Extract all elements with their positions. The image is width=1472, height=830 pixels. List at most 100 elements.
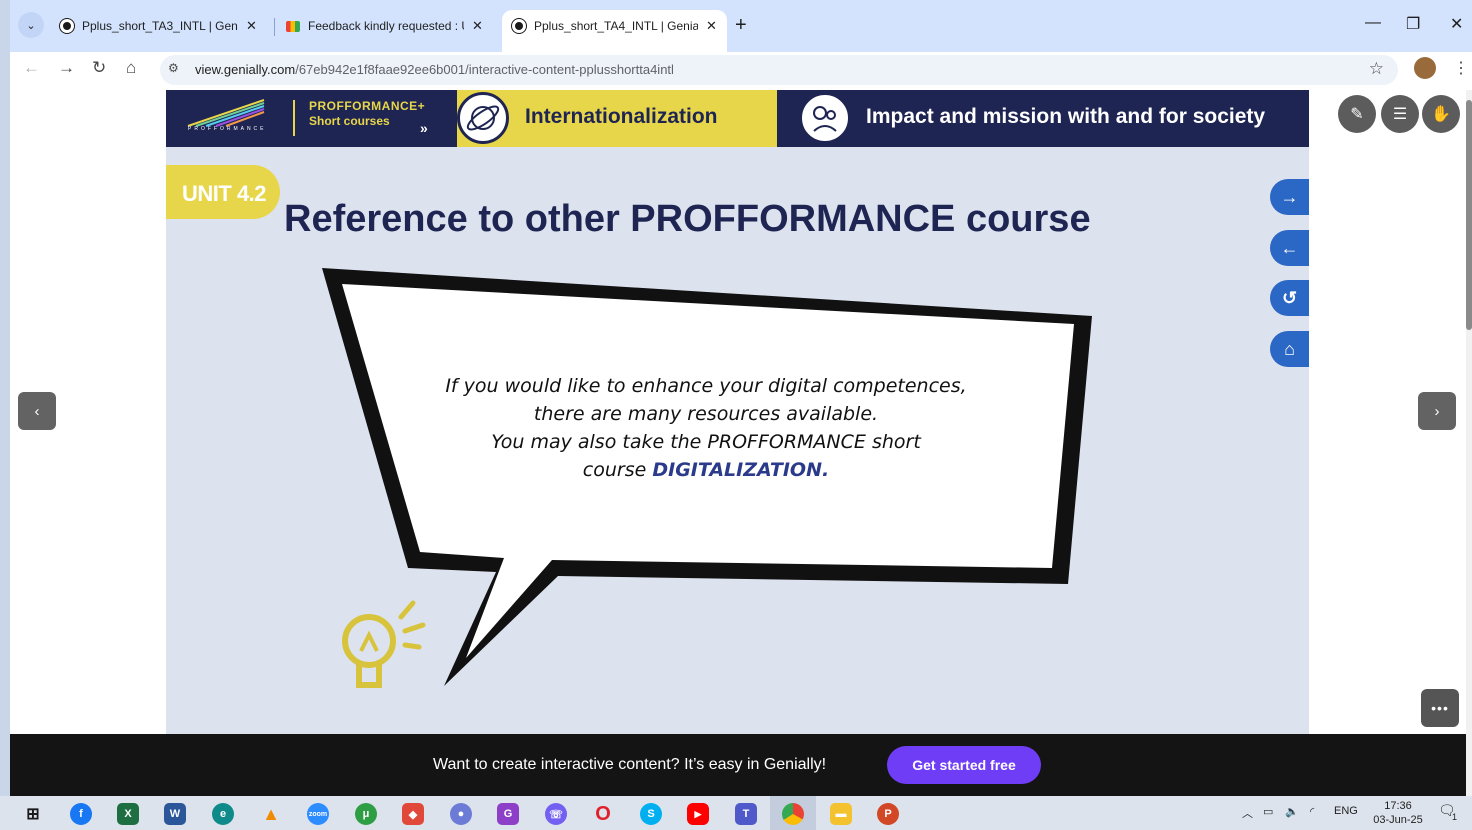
close-tab-icon[interactable]: ✕	[472, 18, 483, 34]
edge-icon[interactable]: e	[212, 803, 234, 825]
banner-divider	[293, 100, 295, 136]
society-gears-icon[interactable]	[799, 92, 851, 144]
clock-date: 03-Jun-25	[1373, 814, 1423, 826]
word-icon[interactable]: W	[164, 803, 186, 825]
bubble-message: If you would like to enhance your digita…	[436, 372, 976, 484]
tab-title: Pplus_short_TA4_INTL | Genially	[534, 19, 698, 33]
undo-icon[interactable]: ↺	[1270, 280, 1309, 316]
wifi-icon[interactable]: ◜	[1310, 805, 1314, 818]
scrollbar-thumb[interactable]	[1466, 100, 1472, 330]
notification-count: 1	[1452, 812, 1458, 822]
brand-subtitle: Short courses	[309, 114, 390, 128]
bubble-line: course DIGITALIZATION.	[582, 459, 830, 481]
tray-overflow-icon[interactable]: ︿	[1242, 805, 1253, 821]
lightbulb-icon	[342, 600, 426, 688]
anydesk-icon[interactable]: ◆	[402, 803, 424, 825]
tab-gmail-feedback[interactable]: Feedback kindly requested : Up ✕	[276, 10, 493, 42]
home-nav-icon[interactable]: ⌂	[1270, 331, 1309, 367]
clock[interactable]: 17:36 03-Jun-25	[1370, 799, 1426, 827]
windows-start-icon[interactable]: ⊞	[22, 803, 44, 825]
next-slide-button[interactable]: ›	[1418, 392, 1456, 430]
desktop-background-left	[0, 0, 10, 830]
globe-icon	[457, 92, 509, 144]
tab-search-button[interactable]: ⌄	[18, 12, 44, 38]
restore-icon[interactable]: ❐	[1406, 14, 1420, 34]
powerpoint-icon[interactable]: P	[877, 803, 899, 825]
excel-icon[interactable]: X	[117, 803, 139, 825]
file-explorer-icon[interactable]: ▬	[830, 803, 852, 825]
bookmark-star-icon[interactable]: ☆	[1369, 59, 1384, 79]
double-chevron-icon: »	[420, 120, 428, 136]
browser-toolbar: ← → ↻ ⌂ ⚙ view.genially.com/67eb942e1f8f…	[10, 52, 1472, 90]
facebook-icon[interactable]: f	[70, 803, 92, 825]
genially-icon	[512, 19, 526, 33]
minimize-icon[interactable]: —	[1365, 14, 1381, 32]
gmail-icon	[286, 20, 300, 32]
previous-slide-button[interactable]: ‹	[18, 392, 56, 430]
tab-bar: ⌄ Pplus_short_TA3_INTL | Genially ✕ Feed…	[10, 0, 1472, 52]
bubble-line: You may also take the PROFFORMANCE short	[491, 431, 921, 453]
close-tab-icon[interactable]: ✕	[246, 18, 257, 34]
genially-promo-bar: Want to create interactive content? It’s…	[10, 734, 1466, 796]
viber-icon[interactable]: ☏	[545, 803, 567, 825]
new-tab-button[interactable]: +	[735, 14, 747, 37]
course-banner: PROFFORMANCE PROFFORMANCE+ Short courses…	[166, 90, 1309, 147]
browser-window: ⌄ Pplus_short_TA3_INTL | Genially ✕ Feed…	[10, 0, 1472, 796]
page-viewport: PROFFORMANCE PROFFORMANCE+ Short courses…	[10, 90, 1472, 796]
genially-icon	[60, 19, 74, 33]
profile-avatar[interactable]	[1414, 57, 1436, 79]
tab-separator	[274, 18, 275, 36]
tab-title: Feedback kindly requested : Up	[308, 19, 464, 33]
promo-text: Want to create interactive content? It’s…	[433, 756, 827, 773]
chrome-icon[interactable]	[782, 803, 804, 825]
battery-icon[interactable]: ▭	[1263, 805, 1273, 818]
language-indicator[interactable]: ENG	[1334, 805, 1358, 817]
teams-icon[interactable]: T	[735, 803, 757, 825]
windows-taskbar: ⊞ f X W e ▲ zoom μ ◆ ● G ☏ O S ▶ T ▬ P ︿…	[0, 796, 1472, 830]
opera-icon[interactable]: O	[592, 803, 614, 825]
slide-title: Reference to other PROFFORMANCE course	[284, 198, 1091, 240]
reload-icon[interactable]: ↻	[92, 58, 106, 78]
page-scrollbar[interactable]	[1466, 90, 1472, 796]
clock-time: 17:36	[1384, 800, 1412, 812]
unit-badge: UNIT 4.2	[166, 165, 280, 219]
unit-label: UNIT 4.2	[182, 181, 267, 206]
tab-pplus-ta4[interactable]: Pplus_short_TA4_INTL | Genially ✕	[502, 10, 727, 52]
people-icon[interactable]: ●	[450, 803, 472, 825]
close-window-icon[interactable]: ✕	[1450, 14, 1463, 34]
browser-menu-icon[interactable]: ⋮	[1453, 58, 1469, 78]
more-options-button[interactable]: •••	[1421, 689, 1459, 727]
bubble-line: there are many resources available.	[533, 403, 879, 425]
back-arrow-icon[interactable]: ←	[1270, 230, 1309, 266]
pdf-app-icon[interactable]: G	[497, 803, 519, 825]
brand-title: PROFFORMANCE+	[309, 99, 426, 113]
close-tab-icon[interactable]: ✕	[706, 18, 717, 34]
next-arrow-icon[interactable]: →	[1270, 179, 1309, 215]
vlc-icon[interactable]: ▲	[260, 803, 282, 825]
url-text: view.genially.com/67eb942e1f8faae92ee6b0…	[195, 62, 674, 77]
logo-wordmark: PROFFORMANCE	[188, 126, 267, 132]
home-icon[interactable]: ⌂	[126, 58, 136, 78]
checklist-icon[interactable]: ☰	[1381, 95, 1419, 133]
forward-icon[interactable]: →	[58, 58, 75, 78]
genially-slide: PROFFORMANCE PROFFORMANCE+ Short courses…	[166, 90, 1309, 734]
bubble-line: If you would like to enhance your digita…	[445, 375, 967, 397]
zoom-icon[interactable]: zoom	[307, 803, 329, 825]
internationalization-label: Internationalization	[525, 105, 718, 128]
tab-pplus-ta3[interactable]: Pplus_short_TA3_INTL | Genially ✕	[50, 10, 267, 42]
youtube-icon[interactable]: ▶	[687, 803, 709, 825]
utorrent-icon[interactable]: μ	[355, 803, 377, 825]
digitalization-link[interactable]: DIGITALIZATION.	[652, 459, 829, 481]
internationalization-tab[interactable]: Internationalization	[457, 90, 777, 147]
impact-mission-label[interactable]: Impact and mission with and for society	[866, 105, 1265, 129]
hand-icon[interactable]: ✋	[1422, 95, 1460, 133]
back-icon[interactable]: ←	[23, 58, 40, 78]
get-started-button[interactable]: Get started free	[887, 746, 1041, 784]
address-bar[interactable]: ⚙ view.genially.com/67eb942e1f8faae92ee6…	[160, 55, 1398, 85]
site-info-icon[interactable]: ⚙	[168, 61, 179, 75]
skype-icon[interactable]: S	[640, 803, 662, 825]
tab-title: Pplus_short_TA3_INTL | Genially	[82, 19, 238, 33]
profformance-logo	[187, 99, 265, 127]
volume-icon[interactable]: 🔈	[1285, 805, 1299, 818]
pencil-icon[interactable]: ✎	[1338, 95, 1376, 133]
